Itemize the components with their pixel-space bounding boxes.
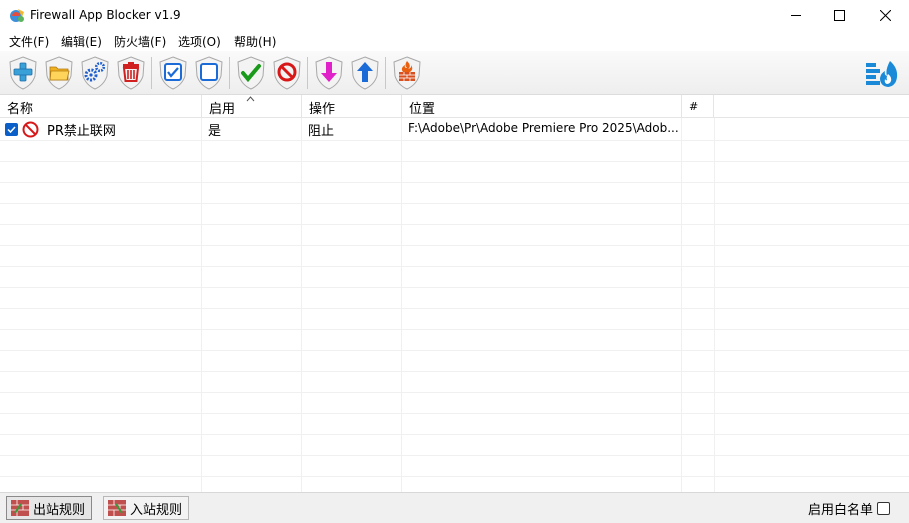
- toolbar-separator: [229, 57, 230, 89]
- column-header-location[interactable]: 位置: [402, 95, 682, 118]
- grid-line: [681, 118, 682, 492]
- firewall-icon: [393, 56, 421, 90]
- app-window: Firewall App Blocker v1.9 文件(F) 编辑(E) 防火…: [0, 0, 909, 523]
- sort-ascending-icon: [246, 96, 255, 102]
- grid-line: [714, 118, 715, 492]
- table-row[interactable]: PR禁止联网 是 阻止 F:\Adobe\Pr\Adobe Premiere P…: [0, 119, 909, 140]
- firewall-button[interactable]: [391, 55, 423, 91]
- column-header-enabled-label: 启用: [209, 102, 236, 117]
- close-icon: [879, 10, 891, 21]
- grid-line: [0, 266, 909, 267]
- rule-action: 阻止: [308, 124, 335, 139]
- list-header: 名称 启用 操作 位置 #: [0, 95, 909, 118]
- brand-logo-icon[interactable]: [866, 60, 902, 88]
- add-button[interactable]: [7, 55, 39, 91]
- rule-enabled: 是: [208, 124, 222, 139]
- whitelist-toggle[interactable]: 启用白名单: [808, 499, 891, 518]
- minimize-icon: [790, 15, 801, 16]
- grid-line: [0, 371, 909, 372]
- bottom-bar: 出站规则 入站规则 启用白名单: [0, 492, 909, 523]
- grid-line: [0, 140, 909, 141]
- delete-icon: [117, 56, 145, 90]
- uncheck-all-icon: [195, 56, 223, 90]
- settings-gears-icon: [81, 56, 109, 90]
- grid-line: [0, 182, 909, 183]
- column-header-index[interactable]: #: [682, 95, 714, 118]
- whitelist-checkbox[interactable]: [877, 502, 891, 515]
- menu-edit[interactable]: 编辑(E): [60, 33, 103, 50]
- allow-button[interactable]: [235, 55, 267, 91]
- tab-outbound-rules[interactable]: 出站规则: [6, 496, 93, 520]
- grid-line: [0, 329, 909, 330]
- toolbar-separator: [307, 57, 308, 89]
- grid-line: [401, 118, 402, 492]
- window-title: Firewall App Blocker v1.9: [30, 8, 181, 22]
- grid-line: [0, 203, 909, 204]
- check-all-button[interactable]: [157, 55, 189, 91]
- move-down-icon: [315, 56, 343, 90]
- column-header-name[interactable]: 名称: [0, 95, 202, 118]
- move-up-icon: [351, 56, 379, 90]
- app-logo-icon: [10, 9, 24, 22]
- move-up-button[interactable]: [349, 55, 381, 91]
- grid-line: [0, 392, 909, 393]
- blocked-status-icon: [22, 121, 39, 138]
- uncheck-all-button[interactable]: [193, 55, 225, 91]
- grid-line: [0, 350, 909, 351]
- rule-name: PR禁止联网: [47, 124, 116, 139]
- rule-location: F:\Adobe\Pr\Adobe Premiere Pro 2025\Adob…: [408, 121, 679, 135]
- tab-inbound-rules[interactable]: 入站规则: [103, 496, 190, 520]
- grid-line: [201, 118, 202, 492]
- allow-icon: [237, 56, 265, 90]
- grid-line: [0, 413, 909, 414]
- tab-outbound-label: 出站规则: [33, 502, 86, 518]
- maximize-icon: [833, 10, 845, 21]
- grid-line: [0, 287, 909, 288]
- menu-options[interactable]: 选项(O): [177, 33, 222, 50]
- menu-firewall[interactable]: 防火墙(F): [113, 33, 167, 50]
- column-header-action[interactable]: 操作: [302, 95, 402, 118]
- minimize-button[interactable]: [773, 0, 819, 31]
- menu-bar: 文件(F) 编辑(E) 防火墙(F) 选项(O) 帮助(H): [0, 31, 909, 51]
- maximize-button[interactable]: [816, 0, 862, 31]
- tab-inbound-label: 入站规则: [130, 502, 183, 518]
- grid-line: [0, 245, 909, 246]
- toolbar-separator: [385, 57, 386, 89]
- block-icon: [273, 56, 301, 90]
- menu-help[interactable]: 帮助(H): [233, 33, 277, 50]
- grid-line: [0, 161, 909, 162]
- brick-wall-icon: [11, 500, 29, 516]
- grid-line: [0, 224, 909, 225]
- open-folder-button[interactable]: [43, 55, 75, 91]
- close-button[interactable]: [862, 0, 908, 31]
- settings-button[interactable]: [79, 55, 111, 91]
- move-down-button[interactable]: [313, 55, 345, 91]
- rules-list[interactable]: 名称 启用 操作 位置 # PR禁止联网 是 阻止 F:\Adobe\Pr\Ad…: [0, 95, 909, 492]
- delete-button[interactable]: [115, 55, 147, 91]
- grid-line: [0, 455, 909, 456]
- toolbar-separator: [151, 57, 152, 89]
- grid-line: [0, 308, 909, 309]
- add-icon: [9, 56, 37, 90]
- check-all-icon: [159, 56, 187, 90]
- block-button[interactable]: [271, 55, 303, 91]
- row-checkbox[interactable]: [5, 123, 18, 136]
- toolbar: [0, 51, 909, 95]
- whitelist-label: 启用白名单: [808, 503, 874, 518]
- open-folder-icon: [45, 56, 73, 90]
- grid-line: [301, 118, 302, 492]
- grid-line: [0, 434, 909, 435]
- brick-wall-icon: [108, 500, 126, 516]
- menu-file[interactable]: 文件(F): [8, 33, 50, 50]
- grid-line: [0, 476, 909, 477]
- title-bar: Firewall App Blocker v1.9: [0, 0, 909, 31]
